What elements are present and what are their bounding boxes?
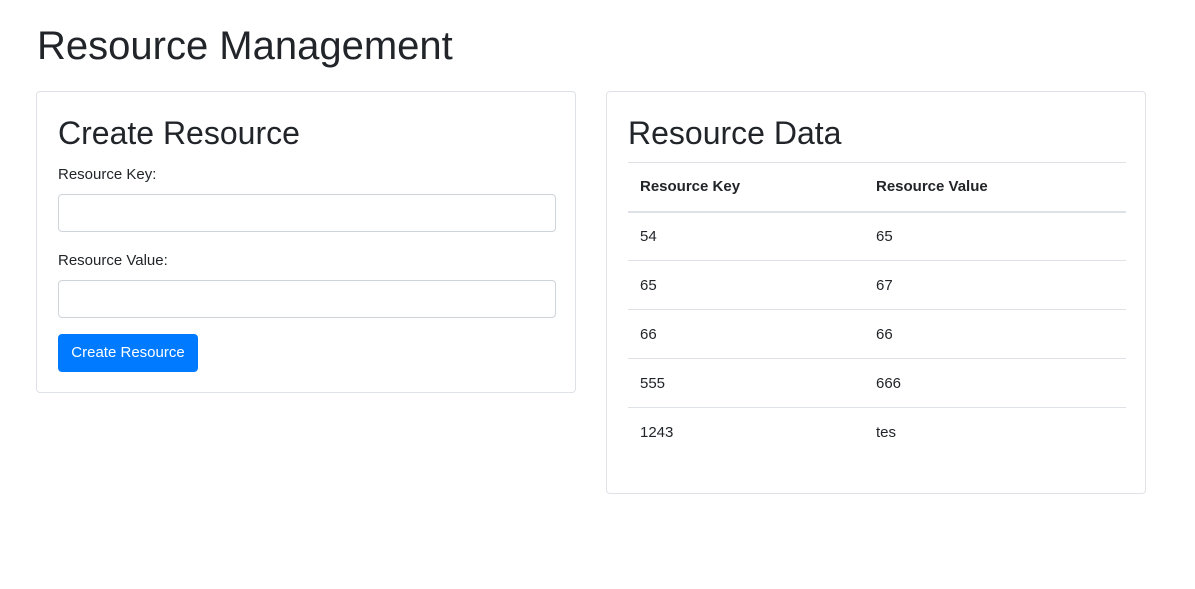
create-resource-button[interactable]: Create Resource xyxy=(58,334,198,372)
cell-resource-value: tes xyxy=(864,407,1126,457)
cell-resource-key: 66 xyxy=(628,309,864,359)
column-header-resource-key: Resource Key xyxy=(628,162,864,213)
cell-resource-value: 66 xyxy=(864,309,1126,359)
cell-resource-value: 666 xyxy=(864,358,1126,408)
cell-resource-key: 1243 xyxy=(628,407,864,457)
table-row: 66 66 xyxy=(628,309,1126,359)
resource-value-label: Resource Value: xyxy=(58,252,168,269)
resource-value-input[interactable] xyxy=(58,280,556,318)
page-title: Resource Management xyxy=(37,24,453,68)
create-resource-title: Create Resource xyxy=(58,115,300,151)
cell-resource-value: 65 xyxy=(864,211,1126,261)
cell-resource-key: 555 xyxy=(628,358,864,408)
table-row: 555 666 xyxy=(628,358,1126,408)
column-header-resource-value: Resource Value xyxy=(864,162,1126,213)
resource-data-title: Resource Data xyxy=(628,115,842,151)
table-row: 65 67 xyxy=(628,260,1126,310)
table-row: 54 65 xyxy=(628,211,1126,261)
cell-resource-key: 65 xyxy=(628,260,864,310)
cell-resource-value: 67 xyxy=(864,260,1126,310)
resource-table: Resource Key Resource Value 54 65 65 67 … xyxy=(628,162,1126,457)
resource-key-label: Resource Key: xyxy=(58,166,157,183)
table-header-row: Resource Key Resource Value xyxy=(628,162,1126,213)
resource-data-card: Resource Data Resource Key Resource Valu… xyxy=(606,91,1146,494)
table-row: 1243 tes xyxy=(628,407,1126,457)
create-resource-card: Create Resource Resource Key: Resource V… xyxy=(36,91,576,393)
resource-key-input[interactable] xyxy=(58,194,556,232)
cell-resource-key: 54 xyxy=(628,211,864,261)
